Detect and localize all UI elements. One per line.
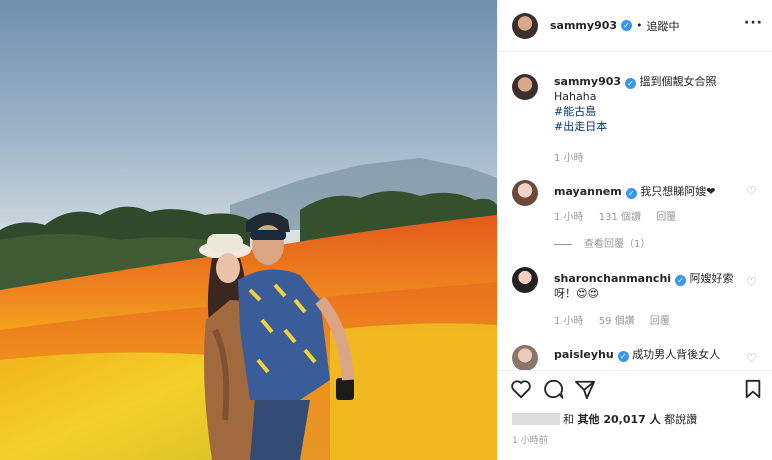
reply-button[interactable]: 回覆 bbox=[656, 212, 676, 223]
comment-body: paisleyhu ✓ 成功男人背後女人 bbox=[554, 347, 744, 362]
heart-outline-icon[interactable] bbox=[510, 379, 532, 399]
view-replies-button[interactable]: 查看回覆（1） bbox=[554, 235, 650, 250]
follow-status-button[interactable]: 追蹤中 bbox=[647, 18, 680, 34]
post-timestamp: 1 小時前 bbox=[512, 436, 548, 446]
view-replies-label[interactable]: 查看回覆（1） bbox=[584, 239, 650, 250]
caption-meta: 1 小時 bbox=[554, 149, 596, 164]
comment-username[interactable]: paisleyhu bbox=[554, 348, 614, 361]
comment-row: paisleyhu ✓ 成功男人背後女人 ♡ bbox=[512, 345, 762, 370]
comment-likes[interactable]: 131 個讚 bbox=[599, 212, 641, 223]
reply-button[interactable]: 回覆 bbox=[650, 316, 670, 327]
comment-like-heart-icon[interactable]: ♡ bbox=[746, 185, 758, 197]
caption-username[interactable]: sammy903 bbox=[554, 75, 621, 88]
hashtag-link[interactable]: #出走日本 bbox=[554, 120, 607, 133]
comment-text: 阿嫂好索 bbox=[689, 272, 734, 285]
comments-list[interactable]: sammy903 ✓ 搵到個靚女合照 Hahaha #能古島 #出走日本 1 小時… bbox=[498, 52, 772, 370]
comment-likes[interactable]: 59 個讚 bbox=[599, 316, 635, 327]
action-icons bbox=[510, 379, 765, 401]
verified-badge-icon: ✓ bbox=[675, 275, 687, 286]
commenter-avatar[interactable] bbox=[512, 180, 538, 206]
verified-badge-icon: ✓ bbox=[621, 20, 633, 31]
caption-time: 1 小時 bbox=[554, 153, 584, 164]
comment-bubble-icon[interactable] bbox=[542, 379, 564, 399]
comment-body: mayannem ✓ 我只想睇阿嫂❤ bbox=[554, 184, 744, 199]
comment-text-line2: 呀！😍😍 bbox=[554, 287, 599, 300]
comment-username[interactable]: sharonchanmanchi bbox=[554, 272, 671, 285]
commenter-avatar[interactable] bbox=[512, 345, 538, 370]
post-actions: 和 其他 20,017 人 都說讚 1 小時前 bbox=[498, 370, 772, 460]
commenter-avatar[interactable] bbox=[512, 267, 538, 293]
likes-prefix: 和 bbox=[563, 413, 578, 426]
comment-username[interactable]: mayannem bbox=[554, 185, 622, 198]
caption-text: 搵到個靚女合照 bbox=[639, 75, 717, 88]
comment-row: sharonchanmanchi ✓ 阿嫂好索 呀！😍😍 ♡ 1 小時 59 個讚… bbox=[512, 267, 762, 327]
hashtag-link[interactable]: #能古島 bbox=[554, 105, 596, 118]
comment-time: 1 小時 bbox=[554, 212, 584, 223]
post-photo[interactable] bbox=[0, 0, 497, 460]
comment-text: 我只想睇阿嫂❤ bbox=[640, 185, 716, 198]
share-plane-icon[interactable] bbox=[574, 379, 596, 399]
author-avatar[interactable] bbox=[512, 12, 538, 39]
post-panel: sammy903 ✓ • 追蹤中 ··· sammy903 ✓ 搵到個靚女合照 H… bbox=[497, 0, 772, 460]
likes-count[interactable]: 其他 20,017 人 bbox=[578, 413, 661, 426]
verified-badge-icon: ✓ bbox=[617, 351, 629, 362]
comment-body: sharonchanmanchi ✓ 阿嫂好索 呀！😍😍 bbox=[554, 271, 744, 301]
likes-summary[interactable]: 和 其他 20,017 人 都說讚 bbox=[512, 411, 697, 427]
comment-like-heart-icon[interactable]: ♡ bbox=[746, 352, 758, 364]
author-username[interactable]: sammy903 bbox=[550, 19, 617, 32]
caption-avatar[interactable] bbox=[512, 74, 538, 100]
comment-meta: 1 小時 59 個讚 回覆 bbox=[554, 312, 682, 327]
caption-line2: Hahaha bbox=[554, 90, 597, 103]
bookmark-icon[interactable] bbox=[744, 379, 762, 399]
flower-field-photo bbox=[0, 158, 497, 460]
comment-time: 1 小時 bbox=[554, 316, 584, 327]
more-options-icon[interactable]: ··· bbox=[744, 15, 763, 31]
verified-badge-icon: ✓ bbox=[625, 78, 637, 89]
post-header: sammy903 ✓ • 追蹤中 ··· bbox=[498, 0, 772, 52]
comment-text: 成功男人背後女人 bbox=[632, 348, 721, 361]
comment-like-heart-icon[interactable]: ♡ bbox=[746, 276, 758, 288]
comment-row: mayannem ✓ 我只想睇阿嫂❤ ♡ 1 小時 131 個讚 回覆 bbox=[512, 180, 762, 230]
caption-body: sammy903 ✓ 搵到個靚女合照 Hahaha #能古島 #出走日本 bbox=[554, 74, 744, 134]
separator-dot: • bbox=[636, 19, 643, 32]
likes-suffix: 都說讚 bbox=[660, 413, 698, 426]
verified-badge-icon: ✓ bbox=[625, 188, 637, 199]
comment-meta: 1 小時 131 個讚 回覆 bbox=[554, 208, 688, 223]
view-replies-line bbox=[554, 243, 572, 245]
caption: sammy903 ✓ 搵到個靚女合照 Hahaha #能古島 #出走日本 1 小時 bbox=[512, 74, 762, 174]
blurred-username bbox=[512, 413, 560, 425]
